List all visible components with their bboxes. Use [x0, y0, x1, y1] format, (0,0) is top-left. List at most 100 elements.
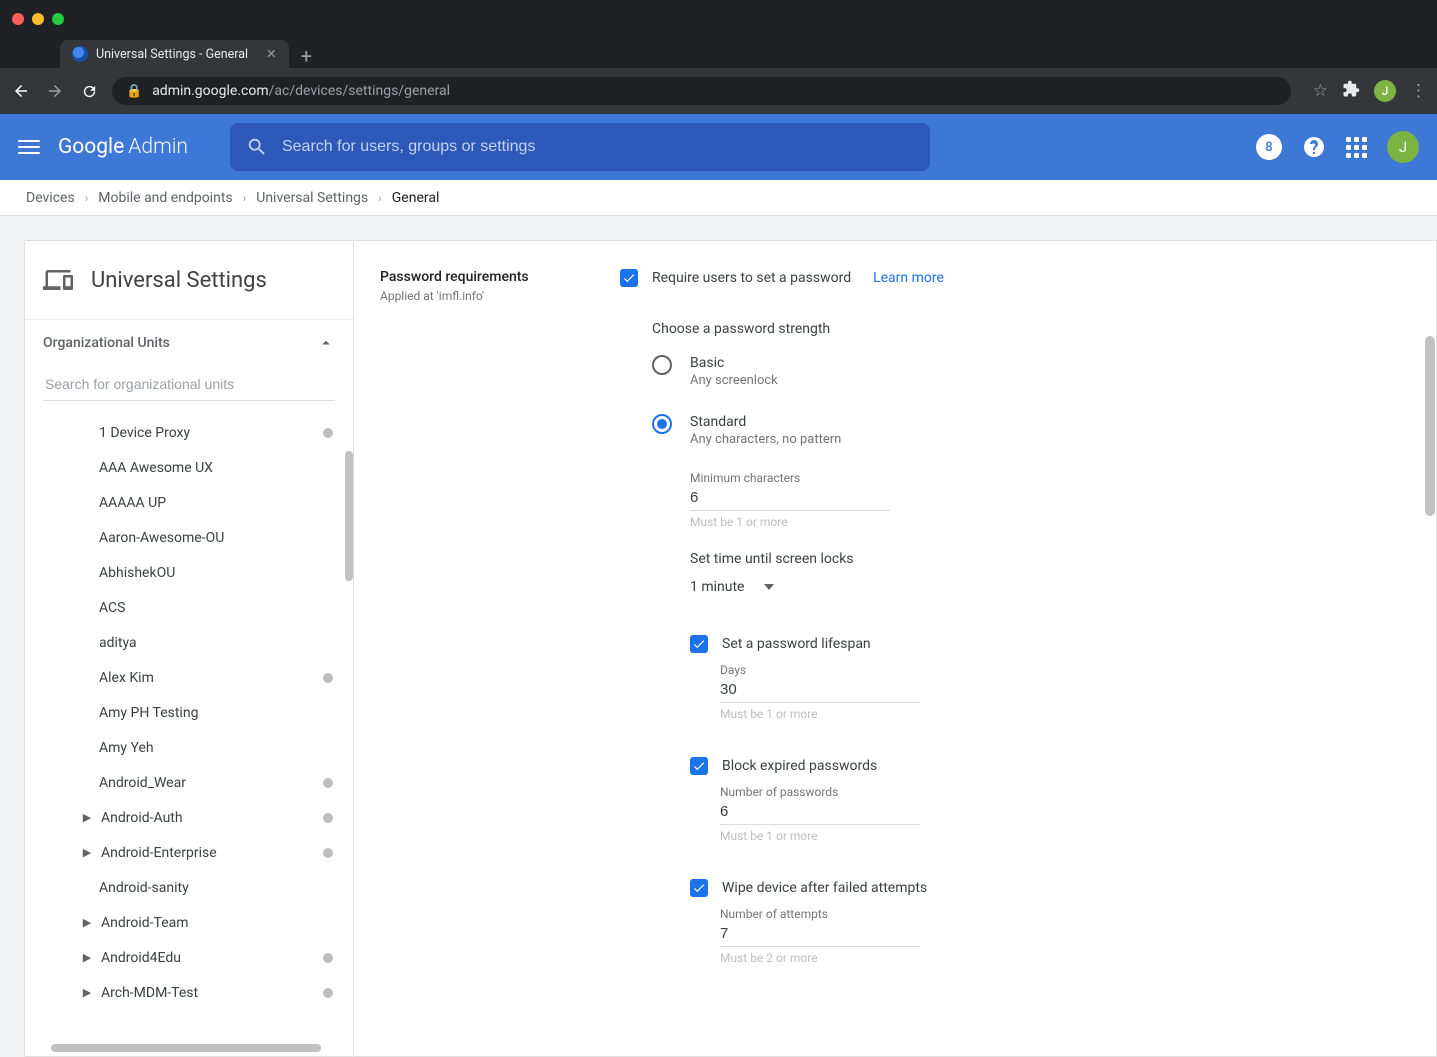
- expand-triangle-icon[interactable]: ▶: [79, 811, 95, 824]
- block-expired-checkbox[interactable]: [690, 757, 708, 775]
- nav-reload-button[interactable]: [78, 80, 100, 102]
- dropdown-triangle-icon: [764, 584, 774, 590]
- search-icon: [246, 136, 268, 158]
- radio-standard-label: Standard: [690, 414, 841, 430]
- org-unit-item[interactable]: ACS: [25, 590, 353, 625]
- admin-header: Google Admin 8 J: [0, 114, 1437, 180]
- extensions-icon[interactable]: [1342, 80, 1360, 103]
- breadcrumb-devices[interactable]: Devices: [26, 190, 75, 206]
- breadcrumb-mobile[interactable]: Mobile and endpoints: [98, 190, 232, 206]
- workspace: Universal Settings Organizational Units …: [0, 216, 1437, 1057]
- header-notification-badge[interactable]: 8: [1256, 134, 1282, 160]
- chrome-menu-icon[interactable]: ⋮: [1410, 81, 1427, 101]
- org-unit-item[interactable]: Android_Wear: [25, 765, 353, 800]
- org-unit-item[interactable]: Amy PH Testing: [25, 695, 353, 730]
- require-password-checkbox[interactable]: [620, 269, 638, 287]
- org-unit-item[interactable]: Android-sanity: [25, 870, 353, 905]
- learn-more-link[interactable]: Learn more: [873, 270, 944, 286]
- help-icon[interactable]: [1302, 135, 1326, 159]
- expand-triangle-icon[interactable]: ▶: [79, 916, 95, 929]
- applied-at: Applied at 'imfl.info': [380, 289, 590, 303]
- block-expired-input[interactable]: [720, 799, 920, 825]
- radio-standard[interactable]: [652, 414, 672, 434]
- status-dot-icon: [323, 848, 333, 858]
- logo-google-text: Google: [58, 135, 124, 159]
- org-unit-name: Android-sanity: [99, 880, 189, 896]
- expand-triangle-icon[interactable]: ▶: [79, 846, 95, 859]
- account-avatar[interactable]: J: [1387, 131, 1419, 163]
- wipe-field-label: Number of attempts: [720, 907, 1320, 921]
- org-unit-name: Android-Team: [101, 915, 189, 931]
- org-unit-item[interactable]: AAAAA UP: [25, 485, 353, 520]
- chevron-up-icon: [317, 334, 335, 352]
- org-unit-name: Android-Enterprise: [101, 845, 217, 861]
- block-expired-field-label: Number of passwords: [720, 785, 1320, 799]
- hamburger-menu-icon[interactable]: [18, 136, 40, 158]
- org-unit-item[interactable]: ▶ Android-Enterprise: [25, 835, 353, 870]
- main-content: Password requirements Applied at 'imfl.i…: [354, 240, 1437, 1057]
- nav-forward-button[interactable]: [44, 80, 66, 102]
- breadcrumb-current: General: [392, 190, 440, 206]
- screen-lock-select[interactable]: 1 minute: [690, 575, 1320, 599]
- screen-lock-value: 1 minute: [690, 579, 744, 595]
- header-search-input[interactable]: [282, 138, 914, 156]
- bookmark-star-icon[interactable]: ☆: [1313, 81, 1328, 101]
- lifespan-input[interactable]: [720, 677, 920, 703]
- expand-triangle-icon[interactable]: ▶: [79, 986, 95, 999]
- header-search-box[interactable]: [230, 123, 930, 171]
- status-dot-icon: [323, 988, 333, 998]
- org-unit-name: 1 Device Proxy: [99, 425, 190, 441]
- radio-basic[interactable]: [652, 355, 672, 375]
- address-bar: 🔒 admin.google.com/ac/devices/settings/g…: [0, 68, 1437, 114]
- window-close[interactable]: [12, 13, 24, 25]
- org-unit-list[interactable]: 1 Device Proxy AAA Awesome UXAAAAA UP Aaro…: [25, 401, 353, 1056]
- org-unit-name: Android_Wear: [99, 775, 186, 791]
- org-unit-name: AbhishekOU: [99, 565, 175, 581]
- sidebar-h-scrollbar[interactable]: [51, 1044, 321, 1052]
- org-unit-name: Android4Edu: [101, 950, 181, 966]
- wipe-input[interactable]: [720, 921, 920, 947]
- org-unit-item[interactable]: Aaron-Awesome-OU: [25, 520, 353, 555]
- url-box[interactable]: 🔒 admin.google.com/ac/devices/settings/g…: [112, 77, 1291, 105]
- org-unit-item[interactable]: ▶Arch-MDM-Test: [25, 975, 353, 1010]
- sidebar-title: Universal Settings: [91, 268, 267, 293]
- block-expired-helper: Must be 1 or more: [720, 829, 1320, 843]
- tab-favicon: [72, 46, 88, 62]
- wipe-checkbox[interactable]: [690, 879, 708, 897]
- window-maximize[interactable]: [52, 13, 64, 25]
- browser-tab[interactable]: Universal Settings - General ✕: [60, 40, 289, 68]
- apps-grid-icon[interactable]: [1346, 137, 1367, 158]
- lifespan-checkbox[interactable]: [690, 635, 708, 653]
- min-chars-input[interactable]: [690, 485, 890, 511]
- google-admin-logo[interactable]: Google Admin: [58, 135, 188, 159]
- sidebar-scrollbar[interactable]: [345, 451, 353, 581]
- nav-back-button[interactable]: [10, 80, 32, 102]
- org-unit-item[interactable]: aditya: [25, 625, 353, 660]
- require-password-label: Require users to set a password: [652, 270, 851, 286]
- org-unit-search-input[interactable]: [43, 368, 335, 401]
- lifespan-label: Set a password lifespan: [722, 636, 871, 652]
- radio-basic-sub: Any screenlock: [690, 373, 778, 388]
- org-unit-item[interactable]: 1 Device Proxy: [25, 415, 353, 450]
- page-scrollbar[interactable]: [1425, 336, 1435, 516]
- status-dot-icon: [323, 673, 333, 683]
- browser-chrome: Universal Settings - General ✕ + 🔒 admin…: [0, 0, 1437, 114]
- org-unit-item[interactable]: Amy Yeh: [25, 730, 353, 765]
- org-unit-item[interactable]: Alex Kim: [25, 660, 353, 695]
- org-unit-item[interactable]: AbhishekOU: [25, 555, 353, 590]
- window-minimize[interactable]: [32, 13, 44, 25]
- org-unit-name: Aaron-Awesome-OU: [99, 530, 224, 546]
- new-tab-button[interactable]: +: [301, 44, 312, 68]
- chrome-profile-avatar[interactable]: J: [1374, 80, 1396, 102]
- expand-triangle-icon[interactable]: ▶: [79, 951, 95, 964]
- lifespan-field-label: Days: [720, 663, 1320, 677]
- org-unit-item[interactable]: AAA Awesome UX: [25, 450, 353, 485]
- chevron-right-icon: ›: [378, 191, 382, 205]
- org-unit-item[interactable]: ▶ Android-Team: [25, 905, 353, 940]
- tab-close-icon[interactable]: ✕: [266, 46, 276, 62]
- breadcrumb-universal[interactable]: Universal Settings: [256, 190, 368, 206]
- org-unit-item[interactable]: ▶Android-Auth: [25, 800, 353, 835]
- sidebar-section-header[interactable]: Organizational Units: [25, 319, 353, 358]
- org-unit-item[interactable]: ▶ Android4Edu: [25, 940, 353, 975]
- org-units-label: Organizational Units: [43, 335, 170, 351]
